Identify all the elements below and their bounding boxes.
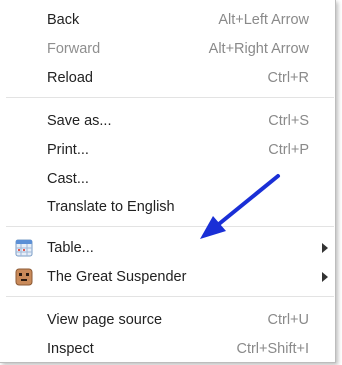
menu-item-label: Translate to English (47, 198, 175, 215)
menu-item-label: Forward (47, 40, 101, 57)
menu-item-shortcut: Alt+Right Arrow (208, 40, 309, 57)
menu-item-label: View page source (47, 311, 163, 328)
menu-item-shortcut: Ctrl+R (267, 69, 310, 86)
menu-item-shortcut: Ctrl+S (268, 112, 309, 129)
menu-item-view-source[interactable]: View page source Ctrl+U (0, 305, 334, 334)
menu-item-print[interactable]: Print... Ctrl+P (0, 135, 334, 164)
menu-item-forward[interactable]: Forward Alt+Right Arrow (0, 34, 334, 63)
menu-item-label: Cast... (47, 170, 89, 187)
menu-item-shortcut: Alt+Left Arrow (218, 11, 309, 28)
menu-item-cast[interactable]: Cast... (0, 164, 334, 193)
menu-item-shortcut: Ctrl+U (267, 311, 310, 328)
menu-item-save-as[interactable]: Save as... Ctrl+S (0, 106, 334, 135)
menu-item-label: The Great Suspender (47, 268, 187, 285)
menu-item-label: Print... (47, 141, 89, 158)
menu-item-shortcut: Ctrl+P (268, 141, 309, 158)
menu-item-translate[interactable]: Translate to English (0, 192, 334, 221)
menu-item-label: Inspect (47, 340, 94, 357)
chevron-right-icon (322, 242, 328, 253)
menu-item-label: Save as... (47, 112, 112, 129)
menu-separator (6, 97, 334, 98)
menu-separator (6, 226, 334, 227)
menu-item-back[interactable]: Back Alt+Left Arrow (0, 5, 334, 34)
menu-item-label: Reload (47, 69, 93, 86)
table-extension-icon (15, 239, 33, 256)
menu-item-table[interactable]: Table... (0, 233, 334, 262)
great-suspender-icon (15, 268, 33, 285)
menu-item-shortcut: Ctrl+Shift+I (236, 340, 309, 357)
menu-item-label: Back (47, 11, 80, 28)
menu-item-inspect[interactable]: Inspect Ctrl+Shift+I (0, 334, 334, 363)
menu-separator (6, 296, 334, 297)
menu-item-reload[interactable]: Reload Ctrl+R (0, 63, 334, 92)
context-menu: Back Alt+Left Arrow Forward Alt+Right Ar… (0, 0, 336, 363)
menu-item-label: Table... (47, 239, 94, 256)
chevron-right-icon (322, 271, 328, 282)
menu-item-great-suspender[interactable]: The Great Suspender (0, 262, 334, 291)
